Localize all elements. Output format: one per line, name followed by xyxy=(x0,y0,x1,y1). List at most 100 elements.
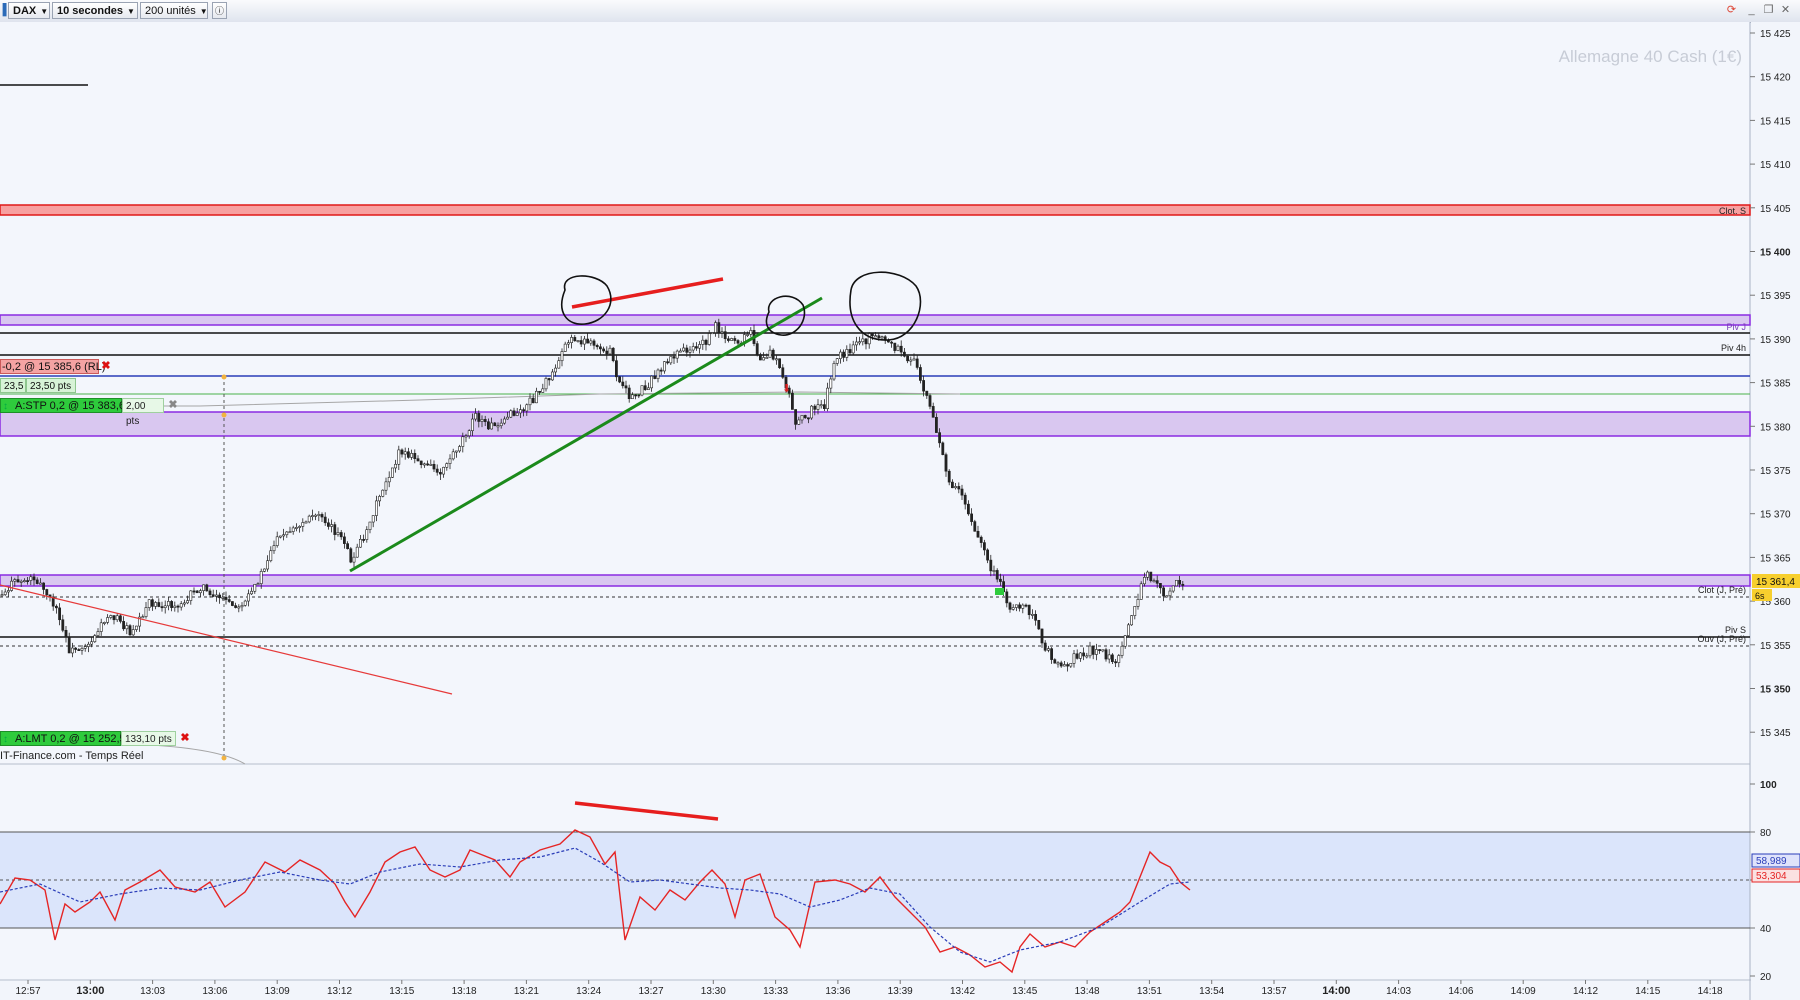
time-tick-label: 13:21 xyxy=(514,986,539,997)
candle-body xyxy=(221,596,225,599)
candle-body xyxy=(534,390,538,404)
close-icon[interactable]: ✕ xyxy=(1779,3,1792,17)
candle-body xyxy=(797,419,801,425)
candle-body xyxy=(1091,645,1095,655)
price-timer: 6s xyxy=(1755,591,1765,601)
candle-body xyxy=(218,594,222,599)
candle-body xyxy=(1011,607,1015,610)
candle-body xyxy=(614,360,618,378)
candle-body xyxy=(186,600,190,604)
candle-body xyxy=(215,594,218,597)
units-dropdown[interactable]: 200 unités ▼ xyxy=(140,2,208,19)
candle-body xyxy=(307,515,311,523)
candle-body xyxy=(109,615,113,618)
time-tick-label: 13:39 xyxy=(888,986,913,997)
candle-body xyxy=(243,600,247,606)
time-tick-label: 13:06 xyxy=(202,986,227,997)
candle-body xyxy=(301,522,305,527)
info-button[interactable]: ⓘ xyxy=(212,2,227,19)
candle-body xyxy=(288,531,292,534)
time-tick-label: 13:03 xyxy=(140,986,165,997)
units-label: 200 unités xyxy=(145,5,196,17)
time-tick-label: 13:45 xyxy=(1012,986,1037,997)
candle-body xyxy=(918,367,922,381)
candle-body xyxy=(768,349,772,358)
candle-body xyxy=(528,397,532,406)
candle-body xyxy=(429,463,433,466)
candle-body xyxy=(256,583,260,586)
chevron-down-icon: ▼ xyxy=(127,7,135,16)
restore-icon[interactable]: ❐ xyxy=(1762,3,1775,17)
candle-body xyxy=(154,602,158,607)
candle-body xyxy=(1107,654,1111,660)
resistance-zone[interactable] xyxy=(0,411,1751,437)
candle-body xyxy=(822,404,826,409)
rl-order-tag[interactable]: -0,2 @ 15 385,6 (RL) xyxy=(0,359,106,374)
candle-body xyxy=(874,335,878,338)
candle-body xyxy=(135,625,138,630)
candle-body xyxy=(259,571,263,584)
instrument-title: Allemagne 40 Cash (1€) xyxy=(1559,47,1742,66)
candle-body xyxy=(272,545,276,552)
oscillator-tick-label: 40 xyxy=(1760,924,1772,935)
close-icon[interactable]: ✖ xyxy=(99,359,113,374)
candle-body xyxy=(1085,655,1089,658)
candle-body xyxy=(915,358,919,368)
candle-body xyxy=(675,350,679,359)
candle-body xyxy=(854,341,858,346)
candle-body xyxy=(662,361,666,372)
candle-body xyxy=(87,643,90,647)
candle-body xyxy=(506,416,510,420)
candle-body xyxy=(1027,604,1031,616)
candle-body xyxy=(454,450,458,453)
candle-body xyxy=(208,590,212,595)
stop-order-tag[interactable]: ↕ A:STP 0,2 @ 15 383,6 xyxy=(0,398,125,414)
candle-body xyxy=(982,542,986,551)
instrument-dropdown[interactable]: DAX ▼ xyxy=(8,2,50,19)
pivot-j-zone[interactable] xyxy=(0,314,1751,326)
candle-body xyxy=(634,394,638,397)
refresh-icon[interactable]: ⟳ xyxy=(1725,3,1738,17)
candle-body xyxy=(998,578,1002,582)
candle-body xyxy=(950,481,954,489)
candle-body xyxy=(870,333,874,337)
close-icon[interactable]: ✖ xyxy=(178,731,192,746)
candle-body xyxy=(624,385,628,389)
time-tick-label: 13:15 xyxy=(389,986,414,997)
interval-dropdown[interactable]: 10 secondes ▼ xyxy=(52,2,138,19)
close-zone[interactable] xyxy=(0,204,1751,216)
candle-body xyxy=(128,625,132,636)
candle-body xyxy=(231,601,234,606)
candle-body xyxy=(1047,648,1050,651)
candle-body xyxy=(224,596,228,600)
candle-body xyxy=(595,345,599,348)
candle-body xyxy=(438,472,442,475)
candle-body xyxy=(1123,635,1127,647)
rl-value-a: 23,5 xyxy=(0,378,26,393)
candle-body xyxy=(995,570,999,580)
candle-body xyxy=(845,349,849,358)
drag-handle-icon[interactable]: ↕ xyxy=(3,732,9,747)
candle-body xyxy=(285,531,289,536)
limit-distance-tag: 133,10 pts xyxy=(121,731,176,746)
candle-body xyxy=(71,647,74,654)
candle-body xyxy=(515,412,519,416)
close-icon[interactable]: ✖ xyxy=(166,398,180,413)
limit-order-tag[interactable]: ↕ A:LMT 0,2 @ 15 252,5 xyxy=(0,731,126,747)
candle-body xyxy=(416,458,420,462)
candle-body xyxy=(167,601,170,607)
instrument-label: DAX xyxy=(13,5,37,17)
candle-body xyxy=(74,647,78,650)
candle-body xyxy=(1066,664,1070,667)
candle-body xyxy=(906,355,910,362)
price-chart[interactable]: Allemagne 40 Cash (1€) Clot. S Piv J Piv… xyxy=(0,22,1800,1000)
candle-body xyxy=(461,436,465,447)
minimize-icon[interactable]: _ xyxy=(1745,3,1758,17)
candle-body xyxy=(1079,652,1082,659)
candle-body xyxy=(19,580,23,583)
candle-body xyxy=(842,351,846,358)
drag-handle-icon[interactable]: ↕ xyxy=(3,399,9,414)
candle-body xyxy=(106,617,110,623)
candle-body xyxy=(1120,645,1124,656)
candle-body xyxy=(1034,613,1038,621)
